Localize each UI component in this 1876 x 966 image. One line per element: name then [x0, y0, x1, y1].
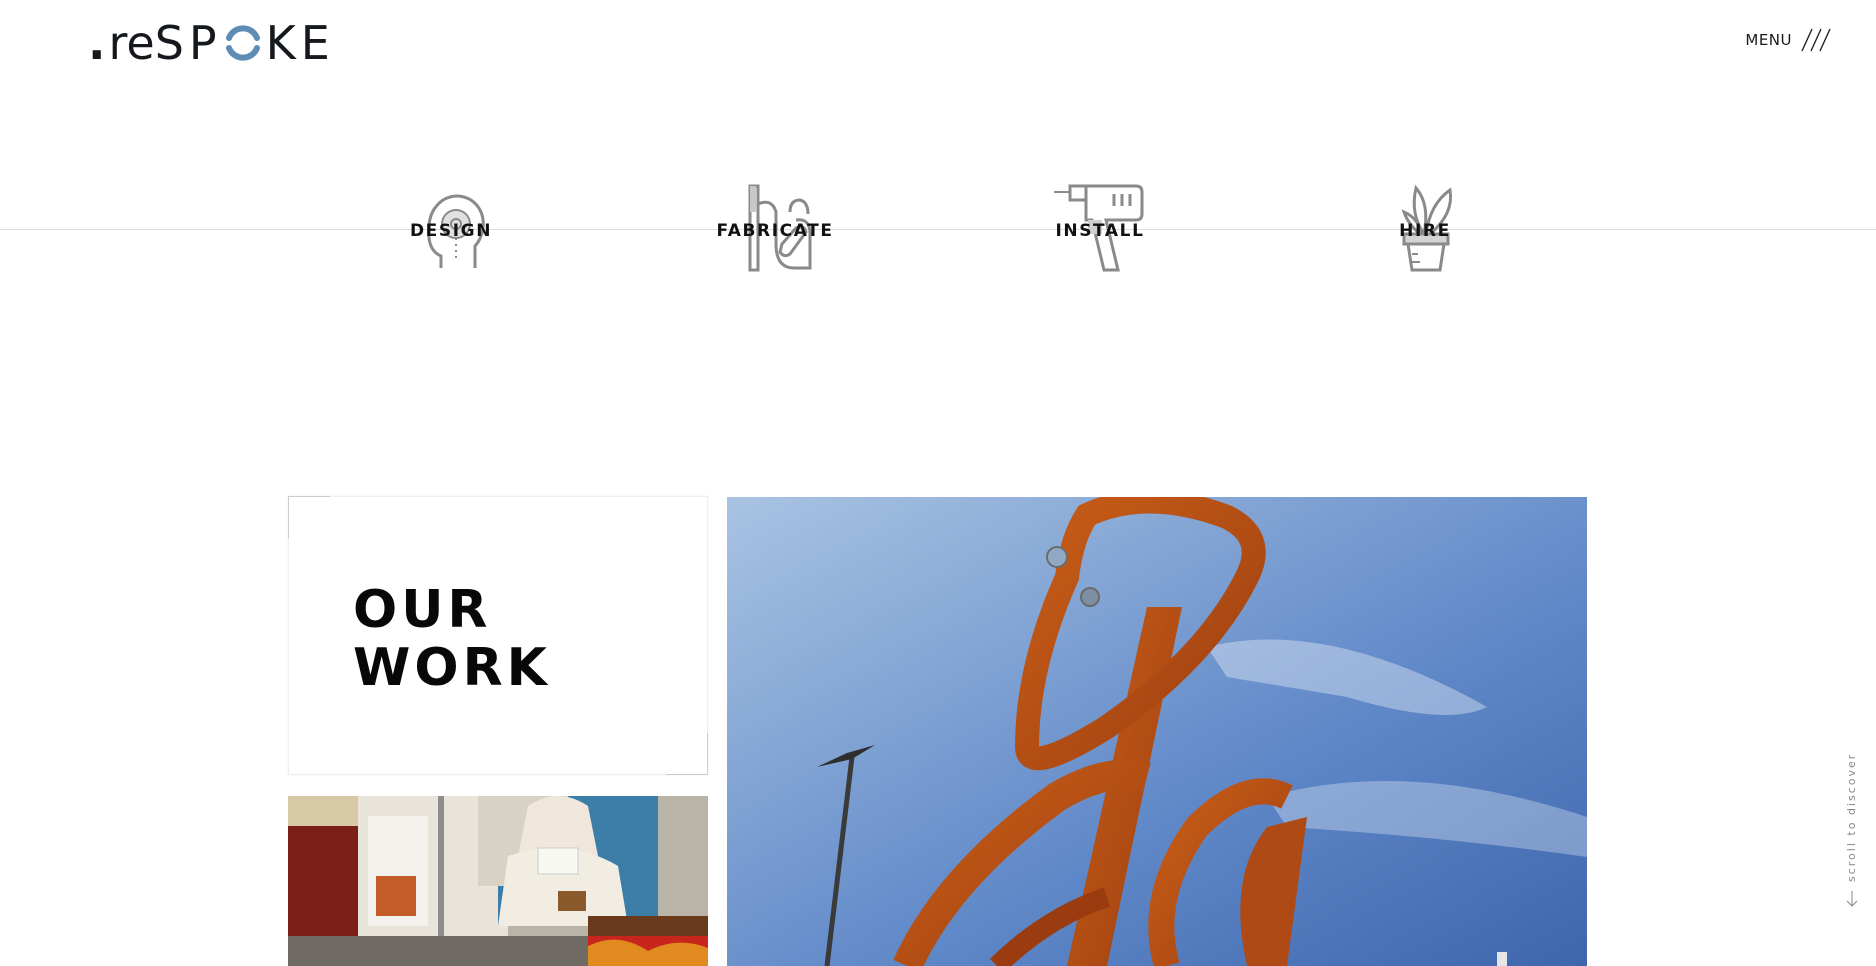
- heading-line: WORK: [353, 638, 551, 698]
- service-label: INSTALL: [1055, 221, 1145, 241]
- logo[interactable]: . re SP KE: [88, 20, 335, 66]
- service-hire[interactable]: HIRE: [1365, 184, 1485, 274]
- logo-part2: KE: [265, 16, 335, 70]
- logo-dot: .: [88, 16, 108, 70]
- logo-prefix: re: [108, 16, 155, 70]
- scroll-hint-text: scroll to discover: [1845, 752, 1858, 882]
- menu-label: MENU: [1745, 31, 1792, 49]
- services-divider: [0, 229, 1876, 230]
- project-photo-sculpture[interactable]: [727, 497, 1587, 966]
- service-label: HIRE: [1399, 221, 1451, 241]
- logo-wordmark: SP KE: [155, 20, 335, 66]
- heading-line: OUR: [353, 580, 492, 640]
- our-work-card[interactable]: OUR WORK: [288, 496, 708, 775]
- service-label: DESIGN: [409, 221, 493, 241]
- logo-part1: SP: [154, 16, 222, 70]
- triple-slash-icon: [1800, 27, 1832, 53]
- service-design[interactable]: DESIGN: [391, 184, 511, 274]
- service-install[interactable]: INSTALL: [1040, 184, 1160, 274]
- project-photo-bench[interactable]: [288, 796, 708, 966]
- service-fabricate[interactable]: FABRICATE: [715, 184, 835, 274]
- scroll-to-discover[interactable]: scroll to discover: [1843, 753, 1863, 910]
- corner-accent: [288, 496, 330, 538]
- corner-accent: [666, 733, 708, 775]
- arrow-down-icon: [1846, 891, 1858, 907]
- service-label: FABRICATE: [716, 221, 834, 241]
- our-work-heading: OUR WORK: [353, 581, 551, 697]
- menu-button[interactable]: MENU: [1745, 27, 1832, 53]
- logo-o-mark-icon: [224, 20, 262, 66]
